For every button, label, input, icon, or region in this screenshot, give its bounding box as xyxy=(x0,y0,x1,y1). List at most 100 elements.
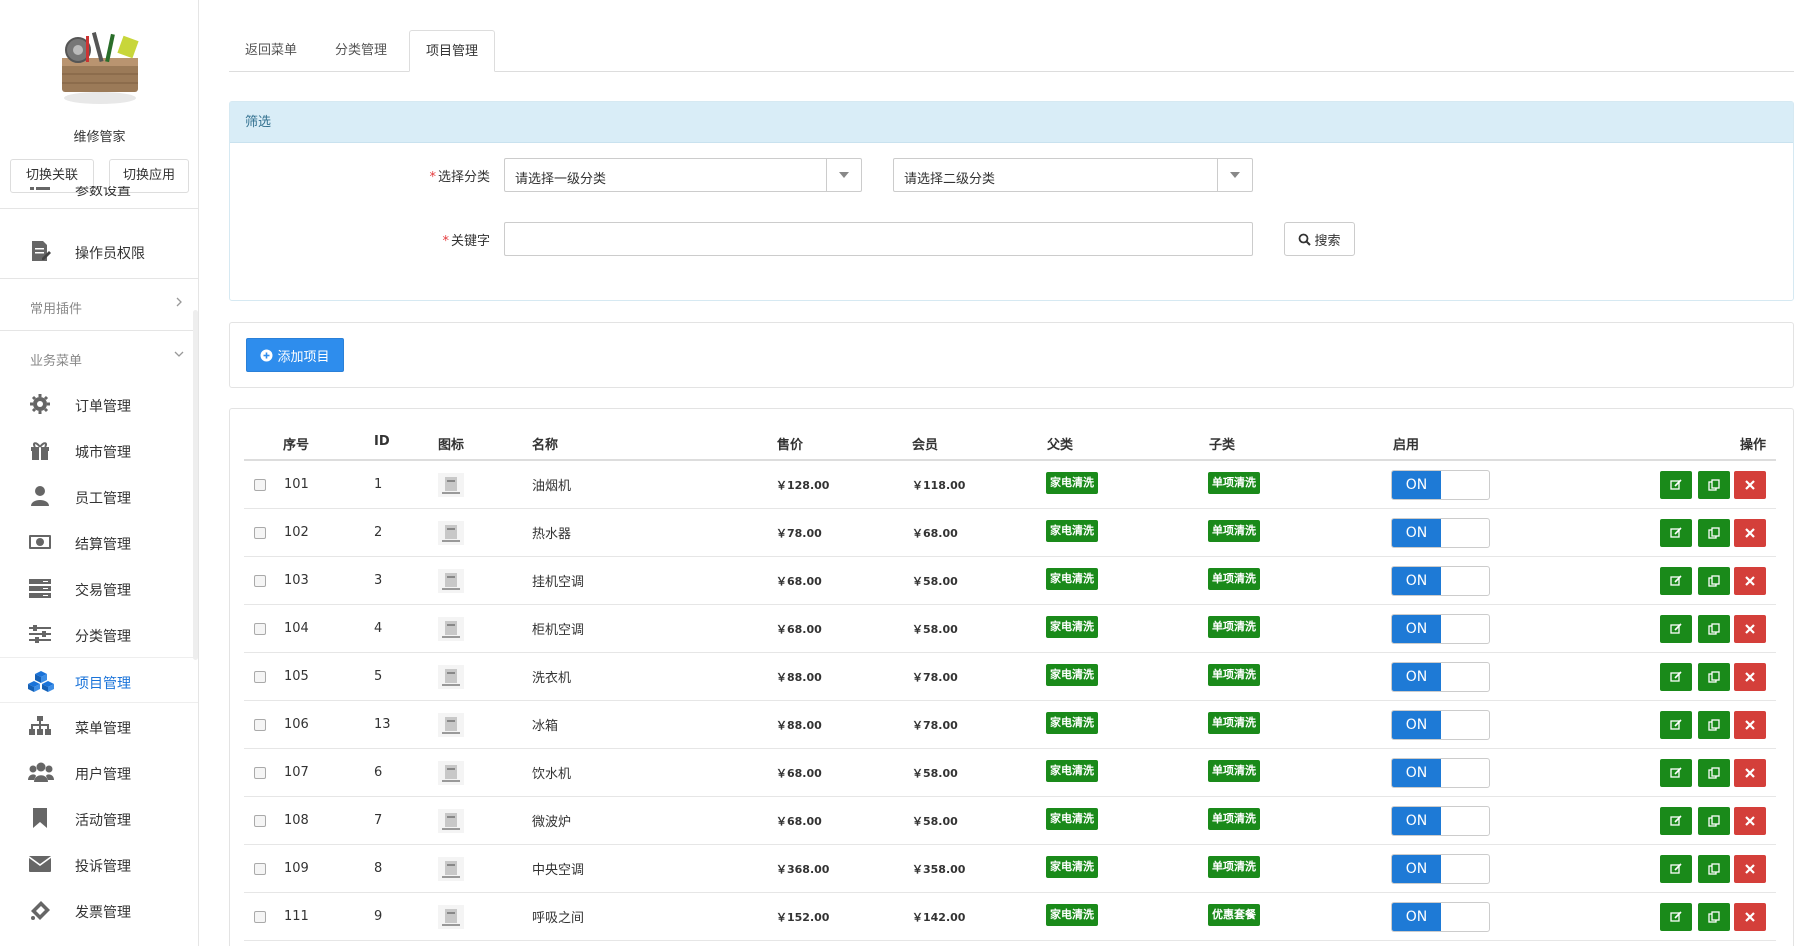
edit-button[interactable] xyxy=(1660,615,1692,643)
tab-back-menu[interactable]: 返回菜单 xyxy=(229,30,313,72)
toggle-on-label: ON xyxy=(1392,615,1441,643)
sidebar-item-staff[interactable]: 员工管理 xyxy=(0,473,198,519)
edit-button[interactable] xyxy=(1660,567,1692,595)
chevron-right-icon xyxy=(176,297,182,307)
row-checkbox[interactable] xyxy=(254,863,266,875)
enable-toggle[interactable]: ON xyxy=(1391,566,1490,596)
sidebar-item-projects[interactable]: 项目管理 xyxy=(0,657,198,703)
sidebar-item-complaints[interactable]: 投诉管理 xyxy=(0,841,198,887)
caret-down-icon xyxy=(1230,172,1240,178)
edit-button[interactable] xyxy=(1660,663,1692,691)
enable-toggle[interactable]: ON xyxy=(1391,614,1490,644)
user-icon xyxy=(31,486,49,506)
row-checkbox[interactable] xyxy=(254,719,266,731)
delete-button[interactable] xyxy=(1734,663,1766,691)
sidebar-item-invoices[interactable]: 发票管理 xyxy=(0,887,198,933)
child-category-badge: 单项清洗 xyxy=(1208,856,1260,878)
tab-project-management[interactable]: 项目管理 xyxy=(409,30,496,72)
edit-button[interactable] xyxy=(1660,471,1692,499)
sidebar-item-transactions[interactable]: 交易管理 xyxy=(0,565,198,611)
sidebar-item-params[interactable]: 参数设置 xyxy=(0,186,198,216)
sidebar-item-users[interactable]: 用户管理 xyxy=(0,749,198,795)
copy-button[interactable] xyxy=(1698,759,1730,787)
enable-toggle[interactable]: ON xyxy=(1391,854,1490,884)
add-project-button[interactable]: 添加项目 xyxy=(246,338,344,372)
copy-button[interactable] xyxy=(1698,471,1730,499)
edit-button[interactable] xyxy=(1660,711,1692,739)
tab-bar: 返回菜单 分类管理 项目管理 xyxy=(229,30,1794,72)
product-thumbnail-icon xyxy=(438,857,464,881)
row-member-price: ￥78.00 xyxy=(912,719,958,732)
sidebar-item-settlement[interactable]: 结算管理 xyxy=(0,519,198,565)
row-id: 1 xyxy=(374,477,383,492)
tab-category-management[interactable]: 分类管理 xyxy=(319,30,403,72)
copy-button[interactable] xyxy=(1698,663,1730,691)
edit-button[interactable] xyxy=(1660,759,1692,787)
enable-toggle[interactable]: ON xyxy=(1391,902,1490,932)
enable-toggle[interactable]: ON xyxy=(1391,518,1490,548)
copy-button[interactable] xyxy=(1698,567,1730,595)
sidebar-item-categories[interactable]: 分类管理 xyxy=(0,611,198,657)
copy-button[interactable] xyxy=(1698,807,1730,835)
sidebar-item-activities[interactable]: 活动管理 xyxy=(0,795,198,841)
delete-button[interactable] xyxy=(1734,615,1766,643)
child-category-badge: 优惠套餐 xyxy=(1208,904,1260,926)
enable-toggle[interactable]: ON xyxy=(1391,470,1490,500)
product-thumbnail-icon xyxy=(438,809,464,833)
delete-button[interactable] xyxy=(1734,567,1766,595)
delete-button[interactable] xyxy=(1734,519,1766,547)
primary-category-select[interactable]: 请选择一级分类 xyxy=(504,158,862,192)
sidebar-section-plugins[interactable]: 常用插件 xyxy=(0,288,198,322)
search-button[interactable]: 搜索 xyxy=(1284,222,1355,256)
edit-button[interactable] xyxy=(1660,519,1692,547)
row-checkbox[interactable] xyxy=(254,527,266,539)
enable-toggle[interactable]: ON xyxy=(1391,662,1490,692)
logo-icon xyxy=(62,32,139,104)
row-checkbox[interactable] xyxy=(254,815,266,827)
copy-button[interactable] xyxy=(1698,903,1730,931)
copy-button[interactable] xyxy=(1698,519,1730,547)
sidebar-section-business[interactable]: 业务菜单 xyxy=(0,340,198,374)
delete-button[interactable] xyxy=(1734,471,1766,499)
delete-button[interactable] xyxy=(1734,807,1766,835)
copy-button[interactable] xyxy=(1698,711,1730,739)
enable-toggle[interactable]: ON xyxy=(1391,758,1490,788)
section-label: 常用插件 xyxy=(30,302,83,317)
row-checkbox[interactable] xyxy=(254,575,266,587)
filter-panel-title: 筛选 xyxy=(230,102,1793,143)
row-checkbox[interactable] xyxy=(254,623,266,635)
row-checkbox[interactable] xyxy=(254,671,266,683)
enable-toggle[interactable]: ON xyxy=(1391,806,1490,836)
sidebar-item-menus[interactable]: 菜单管理 xyxy=(0,703,198,749)
row-checkbox[interactable] xyxy=(254,767,266,779)
sidebar-divider xyxy=(0,208,198,209)
sidebar-item-label: 订单管理 xyxy=(75,399,131,415)
row-price: ￥128.00 xyxy=(776,479,830,492)
sidebar-item-operator-permission[interactable]: 操作员权限 xyxy=(0,228,198,274)
row-price: ￥88.00 xyxy=(776,671,822,684)
close-icon xyxy=(1745,864,1755,874)
secondary-category-select[interactable]: 请选择二级分类 xyxy=(893,158,1253,192)
edit-button[interactable] xyxy=(1660,855,1692,883)
delete-button[interactable] xyxy=(1734,855,1766,883)
header-member: 会员 xyxy=(912,438,939,453)
edit-icon xyxy=(1670,575,1682,586)
keyword-input[interactable] xyxy=(504,222,1253,256)
delete-button[interactable] xyxy=(1734,711,1766,739)
delete-button[interactable] xyxy=(1734,903,1766,931)
copy-icon xyxy=(1708,479,1720,491)
enable-toggle[interactable]: ON xyxy=(1391,710,1490,740)
row-checkbox[interactable] xyxy=(254,479,266,491)
row-price: ￥68.00 xyxy=(776,815,822,828)
copy-button[interactable] xyxy=(1698,855,1730,883)
sidebar-item-cities[interactable]: 城市管理 xyxy=(0,427,198,473)
sidebar-item-orders[interactable]: 订单管理 xyxy=(0,381,198,427)
row-seq: 105 xyxy=(284,669,309,684)
edit-button[interactable] xyxy=(1660,807,1692,835)
copy-button[interactable] xyxy=(1698,615,1730,643)
row-checkbox[interactable] xyxy=(254,911,266,923)
edit-button[interactable] xyxy=(1660,903,1692,931)
delete-button[interactable] xyxy=(1734,759,1766,787)
sidebar-item-label: 投诉管理 xyxy=(75,859,131,875)
sidebar-scrollbar[interactable] xyxy=(193,310,198,660)
